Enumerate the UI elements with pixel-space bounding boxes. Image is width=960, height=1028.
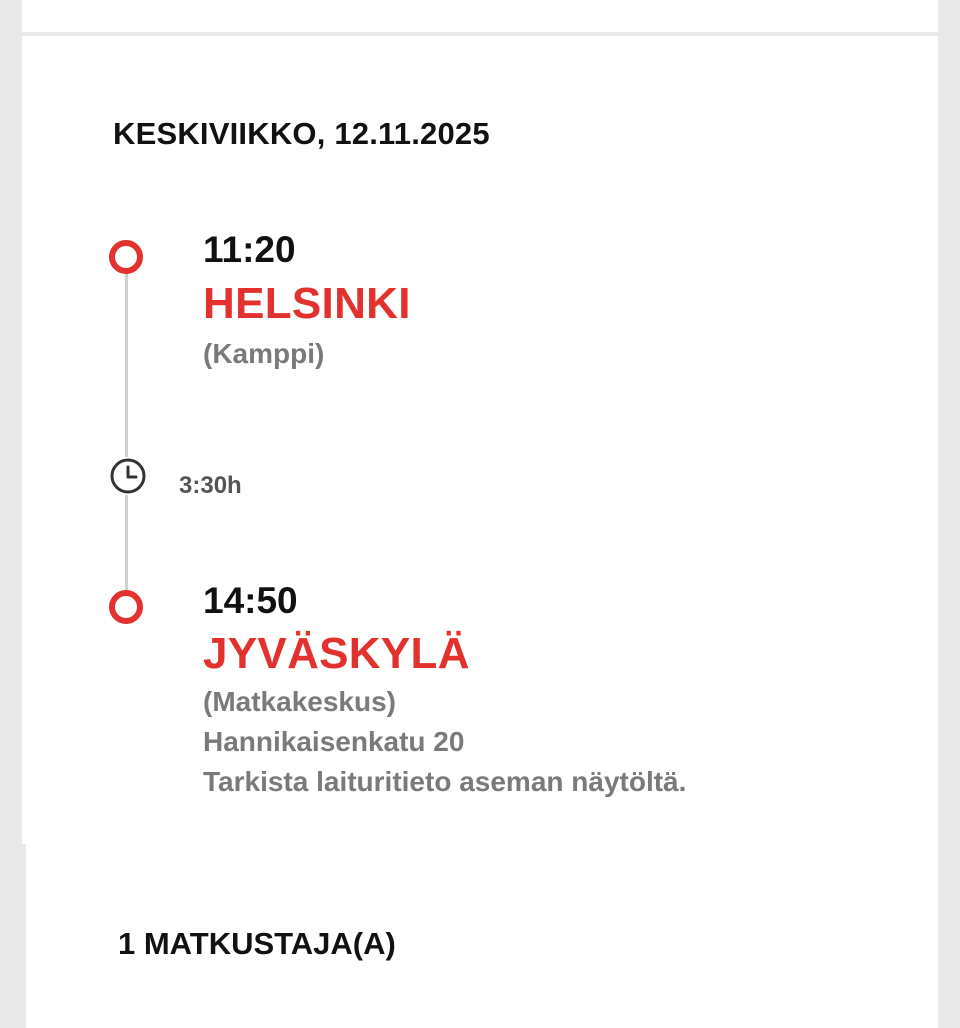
arrival-time: 14:50 — [203, 580, 298, 621]
trip-card — [22, 36, 938, 844]
destination-city: JYVÄSKYLÄ — [203, 629, 470, 678]
clock-icon — [109, 457, 147, 495]
destination-station: (Matkakeskus) — [203, 686, 396, 717]
origin-station: (Kamppi) — [203, 338, 325, 369]
trip-date: KESKIVIIKKO, 12.11.2025 — [113, 116, 490, 151]
origin-marker-icon — [109, 240, 143, 274]
previous-card — [22, 0, 938, 32]
trip-duration: 3:30h — [179, 472, 242, 499]
trip-details-page: KESKIVIIKKO, 12.11.2025 11:20 HELSINKI (… — [0, 0, 960, 1028]
destination-marker-icon — [109, 590, 143, 624]
origin-city: HELSINKI — [203, 279, 411, 328]
platform-note: Tarkista laituritieto aseman näytöltä. — [203, 766, 687, 797]
passenger-count: 1 MATKUSTAJA(A) — [118, 926, 396, 961]
departure-time: 11:20 — [203, 229, 296, 270]
destination-address: Hannikaisenkatu 20 — [203, 726, 465, 757]
timeline-line — [125, 270, 128, 592]
